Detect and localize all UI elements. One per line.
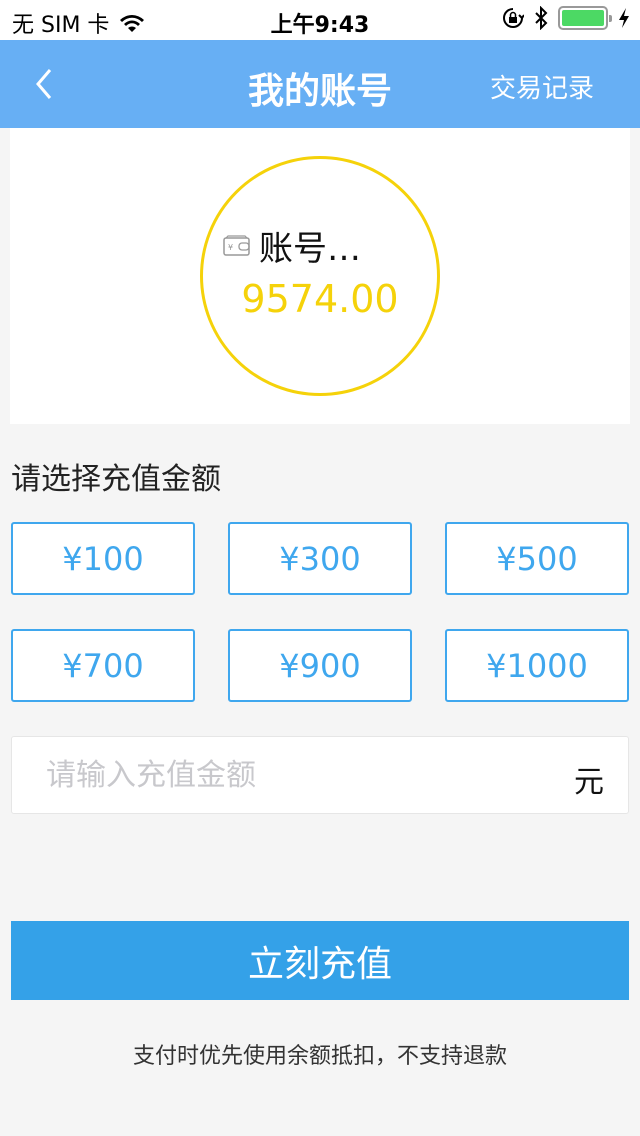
battery-nub: [609, 15, 612, 22]
unit-label: 元: [574, 765, 604, 800]
payment-note: 支付时优先使用余额抵扣，不支持退款: [132, 1044, 507, 1069]
nav-bar: 我的账号 交易记录: [0, 40, 640, 128]
bluetooth-icon: [535, 6, 548, 30]
custom-amount-field: 元: [11, 736, 629, 814]
wallet-icon: ¥: [223, 234, 250, 256]
amount-option-100[interactable]: ¥100: [11, 522, 195, 595]
battery-fill: [562, 10, 604, 26]
status-right: [502, 6, 630, 30]
recharge-now-button[interactable]: 立刻充值: [11, 921, 629, 1000]
amount-option-500[interactable]: ¥500: [445, 522, 629, 595]
balance-card: ¥ 账号… 9574.00: [10, 128, 630, 424]
account-row: ¥ 账号…: [223, 221, 361, 270]
amount-option-300[interactable]: ¥300: [228, 522, 412, 595]
amount-option-900[interactable]: ¥900: [228, 629, 412, 702]
amount-option-700[interactable]: ¥700: [11, 629, 195, 702]
balance-circle: ¥ 账号… 9574.00: [200, 156, 440, 396]
orientation-lock-icon: [503, 8, 524, 28]
charging-icon: [619, 8, 629, 28]
balance-value: 9574.00: [241, 277, 399, 321]
amount-option-1000[interactable]: ¥1000: [445, 629, 629, 702]
custom-amount-input[interactable]: [46, 751, 546, 799]
recharge-section-label: 请选择充值金额: [11, 462, 221, 497]
status-bar: 无 SIM 卡 上午9:43: [0, 0, 640, 40]
svg-text:¥: ¥: [228, 243, 233, 252]
battery-icon: [558, 6, 612, 30]
transaction-history-link[interactable]: 交易记录: [490, 68, 594, 105]
account-label: 账号…: [259, 229, 361, 269]
